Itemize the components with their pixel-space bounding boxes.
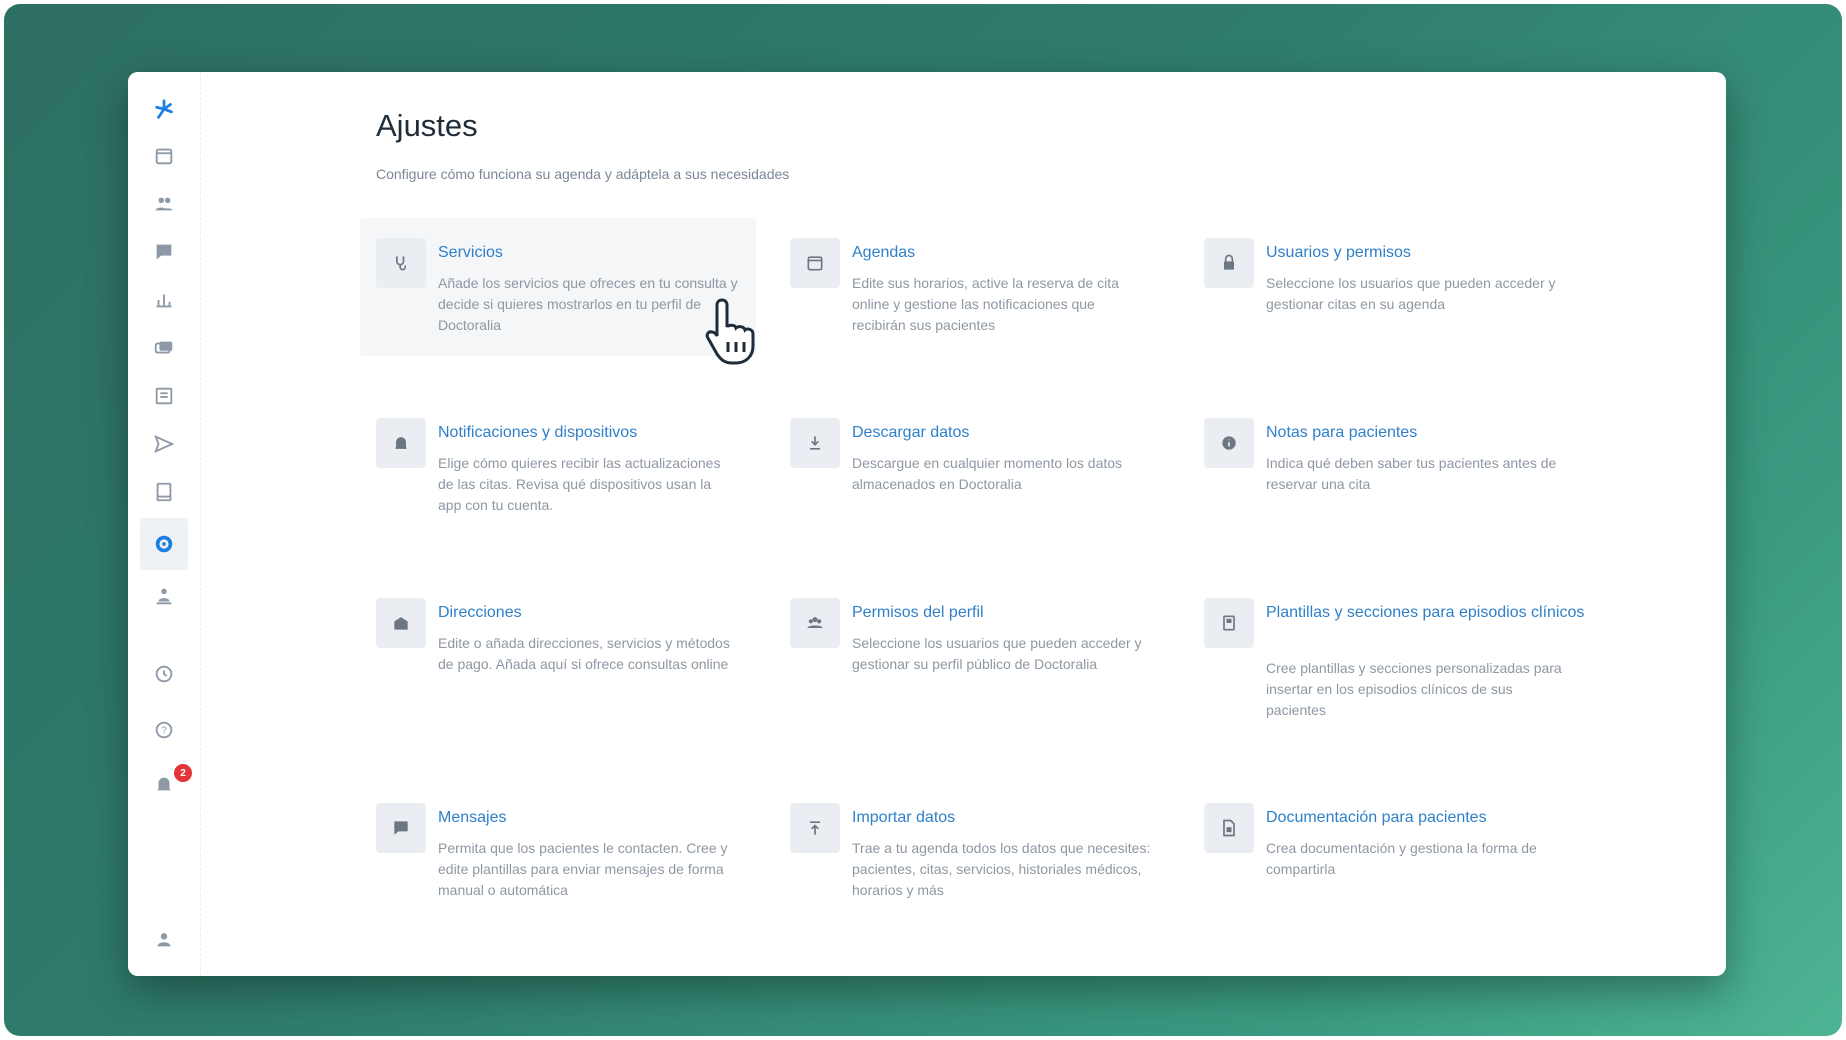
hand-cursor-icon	[705, 298, 755, 365]
card-title: Servicios	[438, 244, 503, 261]
patients-icon	[155, 197, 173, 211]
calendar-icon	[790, 238, 840, 288]
card-description: Trae a tu agenda todos los datos que nec…	[852, 840, 1151, 898]
upload-icon	[790, 803, 840, 853]
sidebar-item-documents[interactable]	[140, 374, 188, 418]
card-permisos-perfil[interactable]: Permisos del perfil Seleccione los usuar…	[774, 578, 1170, 716]
account-icon	[157, 933, 171, 947]
records-icon	[156, 482, 172, 502]
card-plantillas-episodios[interactable]: Plantillas y secciones para episodios cl…	[1188, 578, 1584, 738]
profile-icon	[156, 588, 172, 605]
group-icon	[790, 598, 840, 648]
card-description: Edite sus horarios, active la reserva de…	[852, 275, 1119, 333]
card-description: Indica qué deben saber tus pacientes ant…	[1266, 455, 1557, 492]
calendar-icon	[155, 148, 173, 165]
card-description: Elige cómo quieres recibir las actualiza…	[438, 455, 721, 513]
sidebar-item-help[interactable]: ?	[140, 708, 188, 752]
help-icon: ?	[155, 721, 173, 739]
card-description: Crea documentación y gestiona la forma d…	[1266, 840, 1537, 877]
card-description: Seleccione los usuarios que pueden acced…	[852, 635, 1142, 672]
bell-icon	[376, 418, 426, 468]
file-icon	[1204, 803, 1254, 853]
svg-text:?: ?	[161, 726, 167, 737]
sidebar-item-notifications[interactable]: 2	[140, 762, 192, 806]
card-notas-pacientes[interactable]: Notas para pacientes Indica qué deben sa…	[1188, 398, 1584, 536]
sidebar-item-updates[interactable]	[140, 652, 188, 696]
card-description: Permita que los pacientes le contacten. …	[438, 840, 728, 898]
info-icon	[1204, 418, 1254, 468]
card-servicios[interactable]: Servicios Añade los servicios que ofrece…	[360, 218, 756, 356]
card-description: Descargue en cualquier momento los datos…	[852, 455, 1123, 492]
card-title: Importar datos	[852, 809, 956, 826]
sidebar-item-records[interactable]	[140, 470, 188, 514]
page-subtitle: Configure cómo funciona su agenda y adáp…	[376, 166, 790, 182]
documents-icon	[155, 387, 173, 405]
app-window: ? 2 Ajustes Configure cómo funciona su a…	[128, 72, 1726, 976]
card-title: Plantillas y secciones para episodios cl…	[1266, 604, 1585, 621]
services-icon	[376, 238, 426, 288]
sidebar-item-settings[interactable]	[140, 518, 188, 570]
sidebar-item-account[interactable]	[140, 918, 188, 962]
download-icon	[790, 418, 840, 468]
card-agendas[interactable]: Agendas Edite sus horarios, active la re…	[774, 218, 1170, 356]
building-icon	[376, 598, 426, 648]
card-mensajes[interactable]: Mensajes Permita que los pacientes le co…	[360, 783, 756, 921]
settings-main: Ajustes Configure cómo funciona su agend…	[360, 72, 1726, 976]
card-description: Añade los servicios que ofreces en tu co…	[438, 275, 738, 333]
page-title: Ajustes	[376, 108, 478, 143]
sidebar-item-profile[interactable]	[140, 574, 188, 618]
card-title: Descargar datos	[852, 424, 970, 441]
messages-icon	[156, 244, 172, 260]
card-title: Notificaciones y dispositivos	[438, 424, 638, 441]
card-description: Cree plantillas y secciones personalizad…	[1266, 660, 1562, 718]
card-importar-datos[interactable]: Importar datos Trae a tu agenda todos lo…	[774, 783, 1170, 921]
updates-icon	[155, 665, 173, 683]
send-icon	[154, 434, 175, 454]
sidebar-item-calendar[interactable]	[140, 134, 188, 178]
card-usuarios-permisos[interactable]: Usuarios y permisos Seleccione los usuar…	[1188, 218, 1584, 356]
card-description: Seleccione los usuarios que pueden acced…	[1266, 275, 1556, 312]
card-title: Agendas	[852, 244, 916, 261]
stats-icon	[156, 294, 172, 308]
sidebar-item-patients[interactable]	[140, 182, 188, 226]
lock-icon	[1204, 238, 1254, 288]
card-title: Permisos del perfil	[852, 604, 984, 621]
sidebar-item-payments[interactable]	[140, 326, 188, 370]
green-backdrop: ? 2 Ajustes Configure cómo funciona su a…	[4, 4, 1842, 1036]
card-documentacion-pacientes[interactable]: Documentación para pacientes Crea docume…	[1188, 783, 1584, 921]
card-descargar-datos[interactable]: Descargar datos Descargue en cualquier m…	[774, 398, 1170, 536]
chat-icon	[376, 803, 426, 853]
card-notificaciones[interactable]: Notificaciones y dispositivos Elige cómo…	[360, 398, 756, 536]
sidebar-item-send[interactable]	[140, 422, 188, 466]
sidebar-item-stats[interactable]	[140, 278, 188, 322]
card-title: Notas para pacientes	[1266, 424, 1418, 441]
card-description: Edite o añada direcciones, servicios y m…	[438, 635, 730, 672]
card-title: Usuarios y permisos	[1266, 244, 1411, 261]
settings-icon	[155, 535, 173, 553]
card-title: Direcciones	[438, 604, 522, 621]
sidebar-item-messages[interactable]	[140, 230, 188, 274]
logo-icon[interactable]	[140, 88, 188, 132]
card-title: Documentación para pacientes	[1266, 809, 1487, 826]
bell-icon	[157, 777, 171, 791]
template-icon	[1204, 598, 1254, 648]
card-direcciones[interactable]: Direcciones Edite o añada direcciones, s…	[360, 578, 756, 716]
notification-badge: 2	[174, 764, 192, 782]
payments-icon	[154, 341, 173, 354]
sidebar: ? 2	[128, 72, 201, 976]
card-title: Mensajes	[438, 809, 507, 826]
